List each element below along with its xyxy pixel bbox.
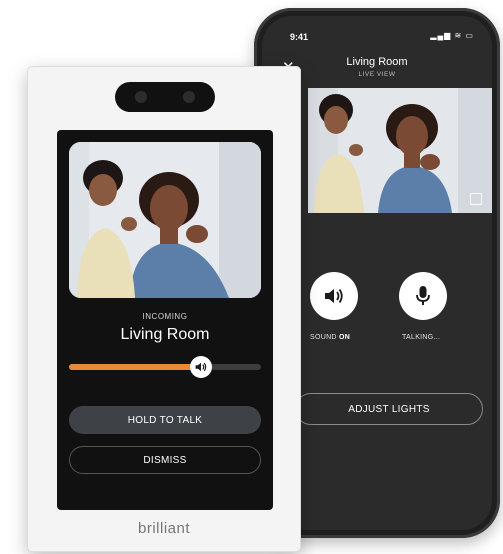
sound-toggle-button[interactable] bbox=[310, 272, 358, 320]
volume-slider[interactable] bbox=[69, 356, 261, 378]
live-video-feed bbox=[308, 88, 492, 213]
sound-label: SOUND ON bbox=[310, 334, 351, 341]
hold-to-talk-button[interactable]: HOLD TO TALK bbox=[69, 406, 261, 434]
camera-icon bbox=[115, 82, 215, 112]
sensor-lens bbox=[183, 91, 195, 103]
dismiss-button[interactable]: DISMISS bbox=[69, 446, 261, 474]
brand-logo: brilliant bbox=[137, 520, 191, 537]
speaker-icon bbox=[196, 362, 207, 372]
status-time: 9:41 bbox=[290, 32, 309, 42]
volume-slider-fill bbox=[69, 364, 202, 370]
microphone-icon bbox=[416, 286, 430, 305]
room-name: Living Room bbox=[120, 326, 210, 343]
talk-button[interactable] bbox=[399, 272, 447, 320]
sound-state: ON bbox=[339, 334, 351, 341]
incoming-video-feed bbox=[69, 142, 261, 298]
incoming-video-image bbox=[69, 142, 261, 298]
wall-control-panel: INCOMING Living Room HOLD TO TALK DISMIS… bbox=[27, 66, 301, 552]
live-video-image bbox=[308, 88, 492, 213]
camera-lens bbox=[135, 91, 147, 103]
fullscreen-icon[interactable] bbox=[470, 193, 482, 205]
status-icons: ▂▄▆ ≋ ▭ bbox=[430, 31, 474, 40]
adjust-lights-button[interactable]: ADJUST LIGHTS bbox=[295, 393, 483, 425]
talk-label: TALKING... bbox=[402, 334, 441, 341]
speaker-icon bbox=[325, 288, 343, 304]
volume-slider-knob[interactable] bbox=[190, 356, 213, 378]
panel-screen: INCOMING Living Room HOLD TO TALK DISMIS… bbox=[57, 130, 273, 510]
incoming-label: INCOMING bbox=[142, 312, 188, 321]
